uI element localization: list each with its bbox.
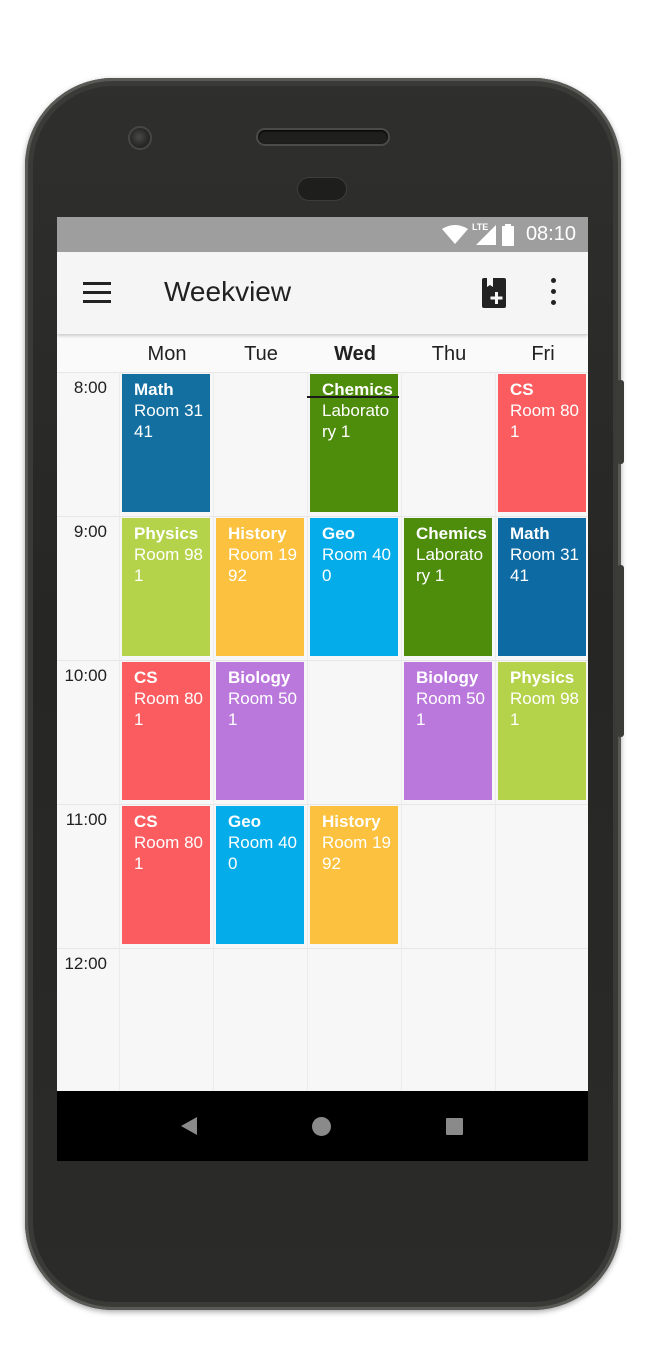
lesson-room: Room 400 xyxy=(228,833,297,873)
page-title: Weekview xyxy=(164,276,292,307)
lesson-room: Room 801 xyxy=(510,401,579,441)
lesson-cell[interactable]: Biology Room 501 xyxy=(216,662,304,800)
lesson-cell[interactable]: CS Room 801 xyxy=(122,806,210,944)
screen: LTE 08:10 Weekview Mon Tue Wed Thu Fri 8:00 xyxy=(57,217,588,1161)
day-header-mon: Mon xyxy=(147,342,187,365)
nav-home-icon[interactable] xyxy=(312,1117,331,1136)
day-header-wed: Wed xyxy=(334,342,376,365)
lesson-subject: Geo xyxy=(322,524,356,543)
grid-row-divider xyxy=(57,948,588,949)
lesson-subject: Chemics xyxy=(416,524,487,543)
lesson-room: Room 400 xyxy=(322,545,391,585)
app-bar: Weekview xyxy=(57,252,588,334)
add-lesson-icon[interactable] xyxy=(481,277,507,309)
lesson-room: Room 1992 xyxy=(228,545,297,585)
lesson-subject: History xyxy=(228,524,287,543)
grid-row-divider xyxy=(57,372,588,373)
lesson-cell[interactable]: Chemics Laboratory 1 xyxy=(310,374,398,512)
day-header-tue: Tue xyxy=(244,342,278,365)
grid-column-divider xyxy=(307,372,308,1091)
time-label: 9:00 xyxy=(73,522,107,541)
lesson-room: Room 3141 xyxy=(510,545,579,585)
time-label: 12:00 xyxy=(64,954,107,973)
lesson-subject: Biology xyxy=(416,668,479,687)
time-label: 11:00 xyxy=(65,810,107,829)
grid-column-divider xyxy=(495,372,496,1091)
lesson-subject: Physics xyxy=(134,524,199,543)
more-vert-icon[interactable] xyxy=(549,278,557,308)
grid-column-divider xyxy=(119,372,120,1091)
lesson-subject: CS xyxy=(510,380,534,399)
day-header-fri: Fri xyxy=(531,342,555,365)
lesson-cell[interactable]: Geo Room 400 xyxy=(310,518,398,656)
volume-button xyxy=(617,565,624,737)
lesson-room: Laboratory 1 xyxy=(322,401,390,441)
status-time: 08:10 xyxy=(525,223,576,245)
grid-row-divider xyxy=(57,804,588,805)
lesson-subject: Math xyxy=(510,524,550,543)
earpiece-speaker xyxy=(258,130,388,144)
grid-column-divider xyxy=(213,372,214,1091)
lesson-room: Laboratory 1 xyxy=(416,545,484,585)
network-type-label: LTE xyxy=(471,221,489,232)
nav-recent-icon[interactable] xyxy=(446,1118,463,1135)
grid-column-divider xyxy=(401,372,402,1091)
navigation-bar xyxy=(57,1091,588,1161)
grid-row-divider xyxy=(57,516,588,517)
lesson-room: Room 801 xyxy=(134,833,203,873)
lesson-subject: Biology xyxy=(228,668,291,687)
lesson-cell[interactable]: History Room 1992 xyxy=(216,518,304,656)
lesson-room: Room 3141 xyxy=(134,401,203,441)
time-label: 8:00 xyxy=(73,378,107,397)
lesson-cell[interactable]: Physics Room 981 xyxy=(498,662,586,800)
nav-back-icon[interactable] xyxy=(181,1117,197,1135)
current-time-indicator xyxy=(307,396,399,398)
battery-icon xyxy=(501,223,514,246)
lesson-cell[interactable]: Biology Room 501 xyxy=(404,662,492,800)
week-grid: 8:00 9:00 10:00 11:00 12:00 Math Room 3141 Chem… xyxy=(57,372,588,1093)
wifi-icon xyxy=(441,224,468,244)
front-camera xyxy=(130,128,150,148)
grid-row-divider xyxy=(57,660,588,661)
lesson-subject: Physics xyxy=(510,668,575,687)
lesson-room: Room 801 xyxy=(134,689,203,729)
menu-icon[interactable] xyxy=(83,282,113,304)
lesson-room: Room 1992 xyxy=(322,833,391,873)
proximity-sensor xyxy=(298,178,346,200)
signal-icon: LTE xyxy=(471,221,496,245)
lesson-subject: History xyxy=(322,812,381,831)
power-button xyxy=(617,380,624,464)
lesson-cell[interactable]: Math Room 3141 xyxy=(122,374,210,512)
lesson-cell[interactable]: Math Room 3141 xyxy=(498,518,586,656)
lesson-room: Room 501 xyxy=(228,689,297,729)
status-bar: LTE 08:10 xyxy=(57,217,588,252)
lesson-cell[interactable]: Chemics Laboratory 1 xyxy=(404,518,492,656)
lesson-room: Room 501 xyxy=(416,689,485,729)
lesson-subject: Geo xyxy=(228,812,262,831)
day-header-thu: Thu xyxy=(431,342,467,365)
lesson-room: Room 981 xyxy=(134,545,203,585)
lesson-room: Room 981 xyxy=(510,689,579,729)
lesson-cell[interactable]: CS Room 801 xyxy=(498,374,586,512)
lesson-subject: CS xyxy=(134,668,158,687)
lesson-subject: CS xyxy=(134,812,158,831)
lesson-subject: Math xyxy=(134,380,174,399)
lesson-cell[interactable]: History Room 1992 xyxy=(310,806,398,944)
lesson-cell[interactable]: Physics Room 981 xyxy=(122,518,210,656)
lesson-cell[interactable]: Geo Room 400 xyxy=(216,806,304,944)
lesson-cell[interactable]: CS Room 801 xyxy=(122,662,210,800)
time-label: 10:00 xyxy=(64,666,107,685)
